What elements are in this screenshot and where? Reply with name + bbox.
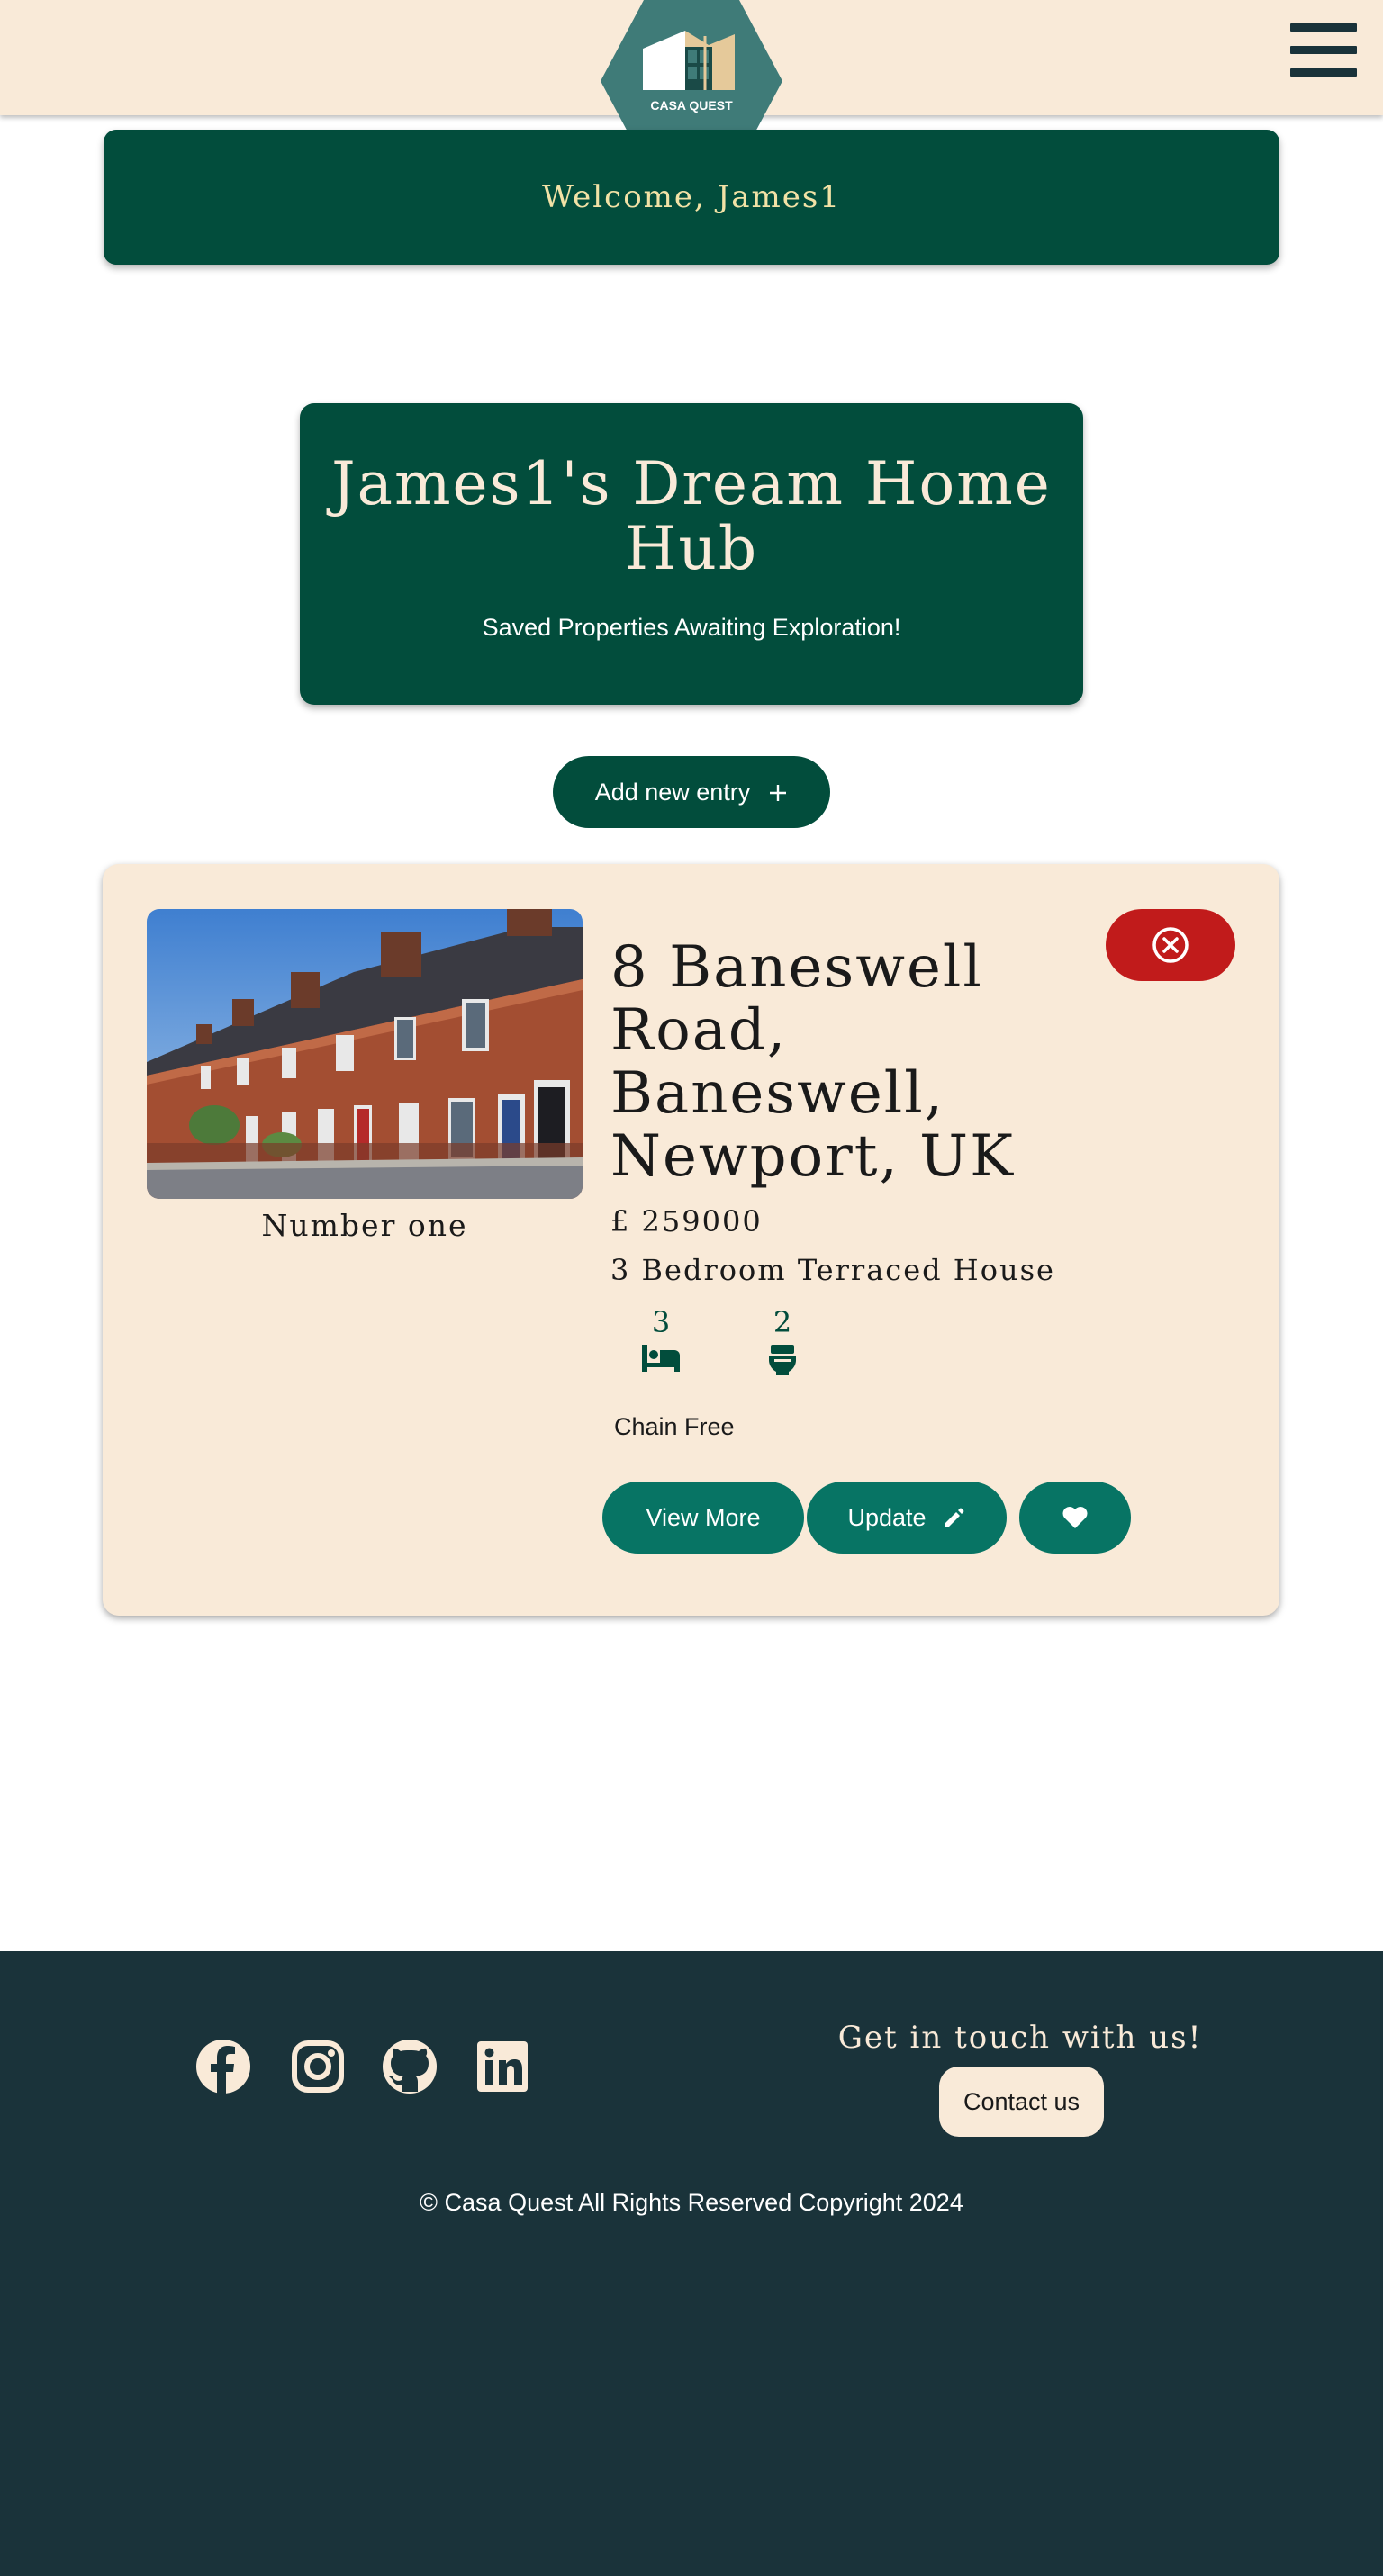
heart-icon: [1062, 1507, 1088, 1528]
property-address: 8 Baneswell Road, Baneswell, Newport, UK: [610, 934, 1015, 1190]
page-subtitle: Saved Properties Awaiting Exploration!: [482, 614, 901, 641]
toilet-icon: [769, 1345, 796, 1375]
property-card: Number one 8 Baneswell Road, Baneswell, …: [103, 864, 1279, 1616]
get-in-touch-heading: Get in touch with us!: [837, 2020, 1203, 2056]
hamburger-menu-icon[interactable]: [1290, 23, 1357, 77]
bedrooms-stat: 3: [634, 1305, 688, 1374]
contact-us-button[interactable]: Contact us: [939, 2067, 1104, 2137]
github-icon[interactable]: [381, 2038, 438, 2095]
bed-icon: [642, 1345, 680, 1372]
linkedin-icon[interactable]: [474, 2038, 531, 2095]
pencil-icon: [945, 1508, 963, 1527]
property-price: £ 259000: [610, 1204, 763, 1238]
facebook-icon[interactable]: [194, 2038, 252, 2095]
svg-text:CASA QUEST: CASA QUEST: [650, 98, 733, 113]
view-more-button[interactable]: View More: [602, 1482, 804, 1554]
property-photo-caption: Number one: [261, 1208, 468, 1243]
instagram-icon[interactable]: [289, 2038, 347, 2095]
welcome-text: Welcome, James1: [542, 179, 841, 215]
plus-icon: [768, 776, 788, 808]
footer: Get in touch with us! Contact us © Casa …: [0, 1951, 1383, 2576]
chain-status: Chain Free: [614, 1413, 735, 1440]
close-circle-icon: [1152, 927, 1189, 963]
page-title: James1's Dream Home Hub: [331, 449, 1052, 583]
update-button[interactable]: Update: [807, 1482, 1007, 1554]
view-more-label: View More: [646, 1503, 761, 1531]
delete-property-button[interactable]: [1106, 909, 1235, 981]
contact-us-label: Contact us: [963, 2087, 1080, 2115]
bathrooms-stat: 2: [755, 1305, 809, 1377]
property-type: 3 Bedroom Terraced House: [610, 1253, 1055, 1287]
bedrooms-count: 3: [651, 1305, 671, 1339]
copyright-text: © Casa Quest All Rights Reserved Copyrig…: [420, 2189, 963, 2216]
property-photo[interactable]: [147, 909, 583, 1199]
update-label: Update: [847, 1503, 927, 1531]
welcome-banner: Welcome, James1: [104, 130, 1279, 265]
add-new-entry-button[interactable]: Add new entry: [553, 756, 830, 828]
dream-home-hub-card: James1's Dream Home Hub Saved Properties…: [300, 403, 1083, 705]
add-new-entry-label: Add new entry: [594, 778, 751, 806]
bathrooms-count: 2: [773, 1305, 792, 1339]
favourite-button[interactable]: [1019, 1482, 1131, 1554]
